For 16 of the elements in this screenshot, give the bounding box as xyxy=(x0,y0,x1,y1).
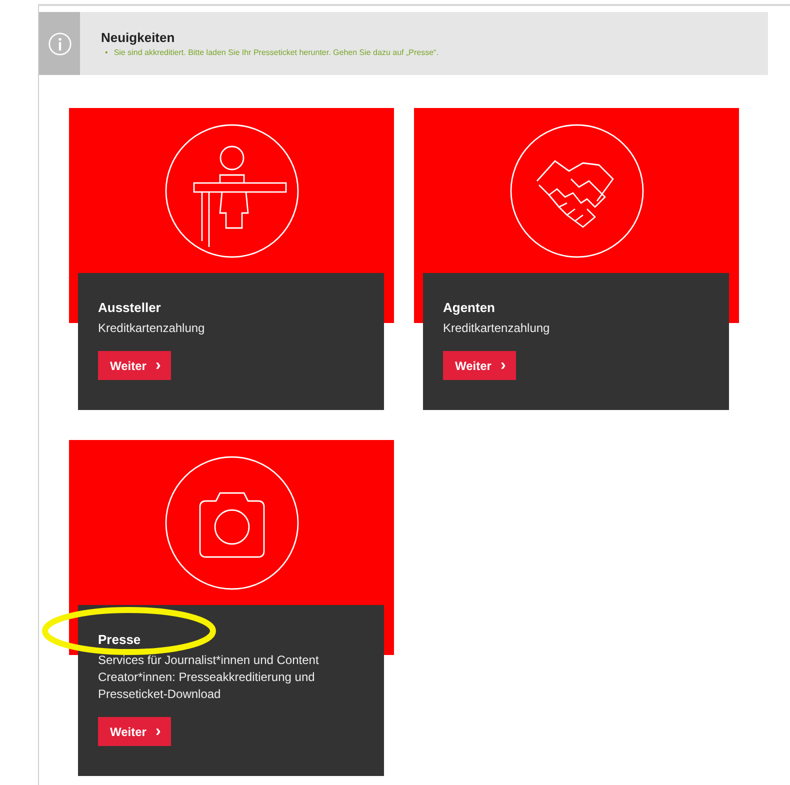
card-description: Services für Journalist*innen und Content Creator*innen: Presseakkreditierung und Presseticket-Download xyxy=(98,652,320,703)
camera-icon xyxy=(164,455,300,591)
card-title: Agenten xyxy=(443,300,496,315)
bullet: • xyxy=(105,47,108,59)
continue-button[interactable]: Weiter › xyxy=(98,351,171,380)
card-description: Kreditkartenzahlung xyxy=(443,320,551,337)
continue-button[interactable]: Weiter › xyxy=(443,351,516,380)
notice-title: Neuigkeiten xyxy=(101,30,176,45)
continue-button[interactable]: Weiter › xyxy=(98,717,171,746)
card-title: Presse xyxy=(98,632,142,647)
podium-icon xyxy=(164,123,300,259)
notice-message: Sie sind akkreditiert. Bitte laden Sie Ihr Presseticket herunter. Gehen Sie dazu auf „Presse“. xyxy=(114,47,438,59)
info-icon xyxy=(48,32,72,56)
card-description: Kreditkartenzahlung xyxy=(98,320,206,337)
handshake-icon xyxy=(508,123,644,259)
card-title: Aussteller xyxy=(98,300,162,315)
